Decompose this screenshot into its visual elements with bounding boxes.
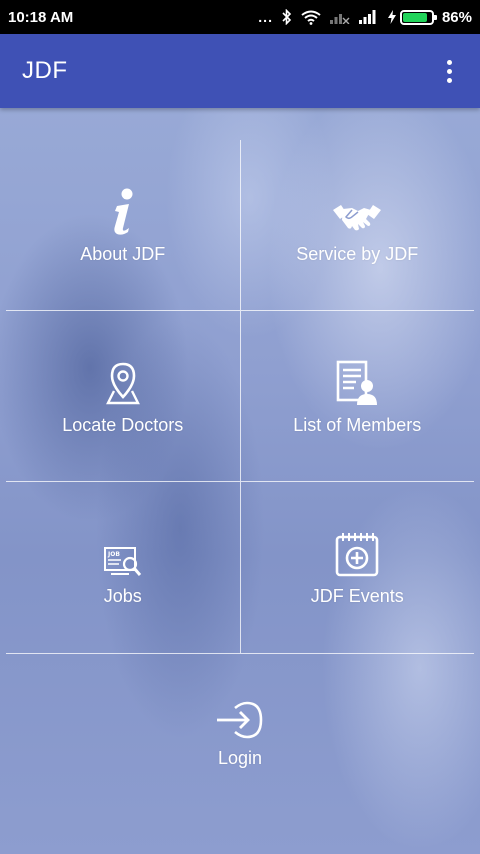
battery-fill: [402, 12, 428, 22]
login-icon: [217, 701, 263, 739]
menu-label: Locate Doctors: [62, 414, 184, 435]
screen: 10:18 AM ... 86% JDF About JDF Service b…: [0, 0, 480, 854]
menu-row: JOB Jobs JDF Events: [6, 482, 474, 654]
menu-row: About JDF Service by JDF: [6, 140, 474, 311]
menu-label: JDF Events: [310, 586, 404, 606]
member-list-icon: [334, 357, 380, 407]
menu-row: Locate Doctors List of Members: [6, 311, 474, 482]
menu-label: About JDF: [80, 243, 166, 264]
menu-about-jdf[interactable]: About JDF: [6, 140, 241, 310]
app-title: JDF: [22, 57, 68, 84]
login-label: Login: [217, 748, 263, 768]
notification-dots: ...: [258, 9, 273, 25]
location-pin-icon: [105, 357, 141, 407]
info-icon: [108, 186, 138, 236]
status-bar: 10:18 AM ... 86%: [0, 0, 480, 34]
status-time: 10:18 AM: [8, 8, 74, 26]
menu-list-of-members[interactable]: List of Members: [241, 311, 475, 481]
handshake-icon: [332, 186, 382, 236]
menu-label: Jobs: [103, 586, 142, 606]
menu-label: List of Members: [293, 414, 422, 435]
menu-locate-doctors[interactable]: Locate Doctors: [6, 311, 241, 481]
status-icons: ... 86%: [258, 9, 472, 26]
battery-icon: [399, 9, 437, 25]
app-bar: JDF: [0, 34, 480, 108]
menu-jobs[interactable]: JOB Jobs: [6, 482, 241, 653]
charging-icon: [387, 10, 396, 24]
menu-jdf-events[interactable]: JDF Events: [241, 482, 475, 653]
menu-label: Service by JDF: [296, 243, 419, 264]
signal-empty-icon: [329, 14, 350, 24]
signal-icon: [358, 10, 376, 24]
calendar-add-icon: [334, 528, 380, 578]
job-icon: JOB: [103, 528, 143, 578]
menu-grid: About JDF Service by JDF Locate Doctors …: [6, 140, 474, 654]
menu-service-by-jdf[interactable]: Service by JDF: [241, 140, 475, 310]
svg-text:JOB: JOB: [107, 551, 120, 558]
overflow-menu-icon[interactable]: [441, 54, 458, 89]
login-button[interactable]: Login: [190, 700, 290, 780]
battery: 86%: [387, 8, 472, 26]
battery-percent: 86%: [441, 8, 472, 26]
wifi-icon: [301, 10, 321, 25]
bluetooth-icon: [282, 9, 292, 25]
